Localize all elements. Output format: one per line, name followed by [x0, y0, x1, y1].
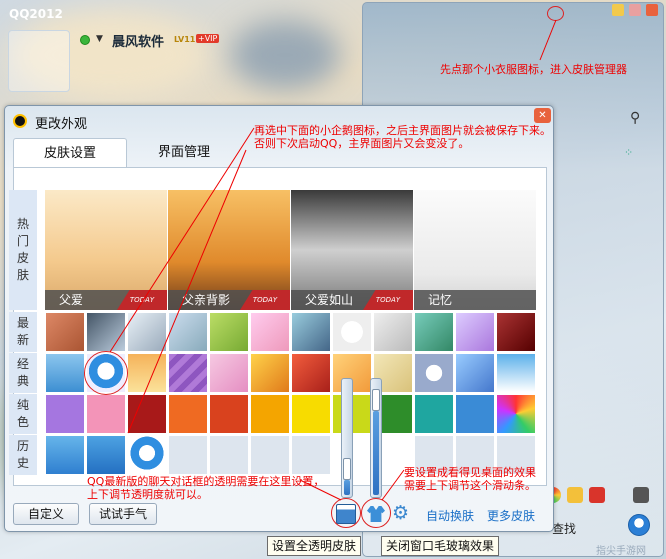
- more-skins-link[interactable]: 更多皮肤: [487, 507, 535, 524]
- app-shortcuts: [545, 487, 649, 503]
- empty-slot: [291, 435, 331, 475]
- transparency-icon-highlight: [331, 498, 361, 528]
- transparency-tooltip: 设置全透明皮肤: [267, 536, 362, 556]
- auto-change-skin-link[interactable]: 自动换肤: [426, 507, 474, 524]
- solid-color-swatch[interactable]: [455, 394, 495, 434]
- history-skin-thumbnail[interactable]: [86, 435, 126, 475]
- hot-skin-1[interactable]: 父爱 TODAY: [45, 190, 167, 310]
- search-icon[interactable]: ⚲: [630, 110, 640, 126]
- tab-skin-settings[interactable]: 皮肤设置: [13, 138, 127, 168]
- annotation-select-penguin: 再选中下面的小企鹅图标，之后主界面图片就会被保存下来。: [254, 124, 551, 137]
- skin-icon-highlight: [547, 6, 564, 21]
- skin-icon[interactable]: [612, 4, 624, 16]
- annotation-glass-2: 需要上下调节这个滑动条。: [404, 479, 536, 492]
- hot-skin-3[interactable]: 父爱如山 TODAY: [291, 190, 413, 310]
- qq-penguin-icon: [13, 114, 27, 128]
- history-penguin-thumbnail[interactable]: [127, 435, 167, 475]
- level-badge: LV11: [174, 35, 196, 44]
- category-history: 历史: [9, 435, 37, 475]
- skin-thumbnail[interactable]: [414, 312, 454, 352]
- empty-slot: [209, 435, 249, 475]
- nickname: 晨风软件: [112, 35, 165, 50]
- annotation-transparency-2: 上下调节透明度就可以。: [87, 488, 208, 501]
- skin-thumbnail[interactable]: [86, 312, 126, 352]
- category-solid: 纯色: [9, 394, 37, 434]
- glass-tooltip: 关闭窗口毛玻璃效果: [381, 536, 500, 556]
- hot-skin-label: 记忆: [414, 290, 536, 310]
- history-skin-thumbnail[interactable]: [45, 435, 85, 475]
- try-luck-button[interactable]: 试试手气: [89, 503, 157, 525]
- chevron-down-icon[interactable]: ▼: [96, 34, 103, 44]
- hot-skin-4[interactable]: 记忆: [414, 190, 536, 310]
- skin-thumbnail[interactable]: [455, 312, 495, 352]
- skin-thumbnail[interactable]: [250, 312, 290, 352]
- annotation-glass-1: 要设置成看得见桌面的效果: [404, 466, 536, 479]
- solid-color-swatch[interactable]: [127, 394, 167, 434]
- solid-color-swatch[interactable]: [414, 394, 454, 434]
- find-button[interactable]: 查找: [552, 520, 576, 537]
- annotation-transparency-1: QQ最新版的聊天对话框的透明需要在这里设置，: [87, 475, 325, 488]
- close-icon[interactable]: [646, 4, 658, 16]
- skin-thumbnail[interactable]: [455, 353, 495, 393]
- rainbow-color-swatch[interactable]: [496, 394, 536, 434]
- vip-badge: +VIP: [196, 34, 220, 43]
- category-classic: 经典: [9, 353, 37, 393]
- glass-slider-fill: [373, 411, 379, 495]
- transparency-slider[interactable]: [341, 378, 353, 498]
- solid-color-swatch[interactable]: [291, 394, 331, 434]
- skin-thumbnail[interactable]: [496, 312, 536, 352]
- category-latest: 最新: [9, 312, 37, 352]
- empty-slot: [250, 435, 290, 475]
- skin-thumbnail[interactable]: [373, 312, 413, 352]
- solid-color-swatch[interactable]: [209, 394, 249, 434]
- close-icon[interactable]: ✕: [534, 108, 551, 123]
- empty-slot: [168, 435, 208, 475]
- cube-app-icon[interactable]: [567, 487, 583, 503]
- hot-skin-2[interactable]: 父亲背影 TODAY: [168, 190, 290, 310]
- annotation-open-skin-manager: 先点那个小衣服图标，进入皮肤管理器: [440, 63, 627, 76]
- skin-thumbnail[interactable]: [127, 353, 167, 393]
- skin-thumbnail[interactable]: [168, 312, 208, 352]
- skin-thumbnail[interactable]: [496, 353, 536, 393]
- skin-thumbnail[interactable]: [127, 312, 167, 352]
- skin-thumbnail[interactable]: [45, 312, 85, 352]
- annotation-select-penguin-2: 否则下次启动QQ，主界面图片又会变没了。: [254, 137, 470, 150]
- penguin-selection-circle: [84, 351, 128, 395]
- skin-thumbnail[interactable]: [291, 353, 331, 393]
- bag-app-icon[interactable]: [589, 487, 605, 503]
- skin-thumbnail[interactable]: [168, 353, 208, 393]
- skin-thumbnail[interactable]: [291, 312, 331, 352]
- gear-icon[interactable]: ⚙: [392, 502, 409, 524]
- solid-color-swatch[interactable]: [168, 394, 208, 434]
- online-status-icon[interactable]: [80, 35, 90, 45]
- solid-color-swatch[interactable]: [250, 394, 290, 434]
- qq-logo-icon[interactable]: [628, 514, 650, 536]
- shirt-icon-highlight: [361, 498, 391, 528]
- minimize-icon[interactable]: [629, 4, 641, 16]
- skin-thumbnail[interactable]: [209, 312, 249, 352]
- solid-color-swatch[interactable]: [45, 394, 85, 434]
- background-dark-blob: [230, 20, 340, 90]
- skin-thumbnail[interactable]: [250, 353, 290, 393]
- category-hot: 热门皮肤: [9, 190, 37, 310]
- transparency-slider-thumb[interactable]: [343, 458, 351, 480]
- solid-color-swatch[interactable]: [86, 394, 126, 434]
- grid-app-icon[interactable]: [633, 487, 649, 503]
- tab-ui-management[interactable]: 界面管理: [127, 138, 241, 168]
- skin-thumbnail[interactable]: [332, 312, 372, 352]
- glass-slider[interactable]: [370, 378, 382, 498]
- skin-thumbnail[interactable]: [209, 353, 249, 393]
- glass-slider-thumb[interactable]: [372, 389, 380, 411]
- skin-thumbnail[interactable]: [414, 353, 454, 393]
- skin-thumbnail[interactable]: [45, 353, 85, 393]
- dialog-title: 更改外观: [35, 117, 88, 132]
- avatar[interactable]: [8, 30, 70, 92]
- custom-button[interactable]: 自定义: [13, 503, 79, 525]
- app-grid-icon[interactable]: ⁘: [624, 146, 633, 159]
- transparency-slider-fill: [344, 480, 350, 495]
- watermark: 指尖手游网: [596, 546, 646, 557]
- qq-title: QQ2012: [9, 7, 63, 21]
- qq-window-controls: [612, 4, 658, 16]
